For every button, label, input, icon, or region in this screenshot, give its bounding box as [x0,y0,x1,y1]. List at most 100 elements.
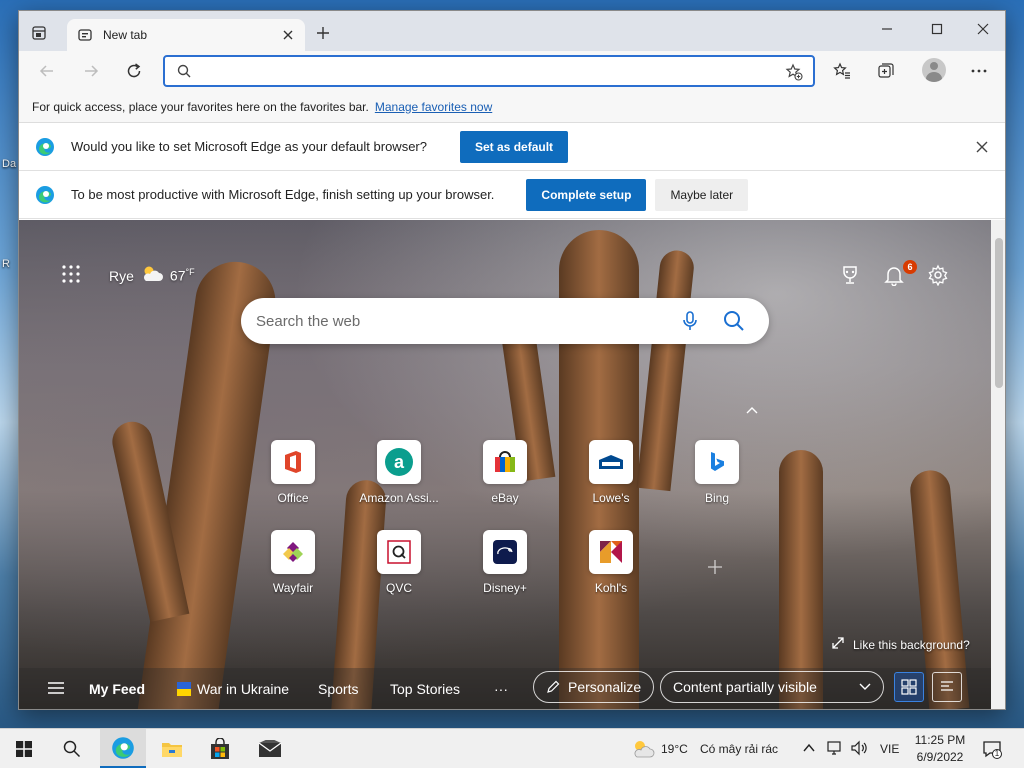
quick-link-tile[interactable]: Wayfair [245,530,341,610]
tray-weather-condition[interactable]: Có mây rải rác [700,742,778,756]
setup-message: To be most productive with Microsoft Edg… [71,187,495,202]
like-background-link[interactable]: Like this background? [831,636,970,653]
maximize-icon[interactable] [927,19,947,39]
tile-label: QVC [385,581,412,595]
quick-link-tile[interactable]: QVC [351,530,447,610]
add-favorite-star-icon[interactable] [785,63,803,81]
setup-infobar: To be most productive with Microsoft Edg… [19,171,1005,219]
app-launcher-icon[interactable] [61,264,81,284]
complete-setup-button[interactable]: Complete setup [526,178,647,211]
quick-link-tile[interactable]: Kohl's [563,530,659,610]
add-site-plus-icon[interactable] [707,559,723,575]
new-tab-plus-icon[interactable] [315,25,331,41]
address-bar[interactable] [163,55,815,87]
taskbar: 19°C Có mây rải rác VIE 11:25 PM 6/9/202… [0,728,1024,768]
weather-city: Rye [109,267,134,284]
new-tab-page-icon [77,27,93,43]
search-icon[interactable] [52,729,92,768]
expand-arrows-icon [831,636,845,653]
quick-link-tile[interactable]: Disney+ [457,530,553,610]
weather-widget[interactable]: Rye 67°F [109,264,195,287]
input-language[interactable]: VIE [880,742,899,756]
quick-link-tile[interactable]: Office [245,440,341,520]
wayfair-logo-icon [271,530,315,574]
pencil-icon [546,680,560,694]
clock-date: 6/9/2022 [916,750,964,764]
search-icon [177,64,191,78]
favorites-bar-hint: For quick access, place your favorites h… [32,99,369,114]
file-explorer-icon[interactable] [150,729,194,768]
personalize-button[interactable]: Personalize [533,671,655,703]
default-browser-infobar: Would you like to set Microsoft Edge as … [19,123,1005,171]
quick-link-tile[interactable]: Bing [669,440,765,520]
content-visibility-dropdown[interactable]: Content partially visible [660,671,884,703]
network-icon[interactable] [826,740,844,761]
tab-strip: New tab [19,11,1005,51]
collections-icon[interactable] [876,61,896,81]
kohls-logo-icon [589,530,633,574]
set-as-default-button[interactable]: Set as default [460,130,569,163]
profile-avatar[interactable] [922,58,946,82]
close-infobar-icon[interactable] [975,140,989,154]
tile-label: Office [277,491,309,505]
web-search-box[interactable] [241,298,769,344]
action-center-icon[interactable]: 1 [982,739,1002,759]
page-scrollbar[interactable] [991,220,1005,709]
feed-more-button[interactable]: ··· [494,681,508,697]
close-tab-icon[interactable] [281,28,295,42]
system-clock[interactable]: 11:25 PM 6/9/2022 [912,732,968,766]
disney-plus-logo-icon [483,530,527,574]
refresh-icon[interactable] [124,61,144,81]
windows-start-icon[interactable] [4,729,44,768]
new-tab-page: Rye 67°F 6 Search the web Office a Amazo… [19,220,991,709]
rewards-trophy-icon[interactable] [839,264,861,286]
volume-icon[interactable] [850,740,868,761]
tray-weather-temp[interactable]: 19°C [661,742,688,756]
scrollbar-thumb[interactable] [995,238,1003,388]
tab-new-tab[interactable]: New tab [67,19,305,51]
hamburger-menu-icon[interactable] [47,680,65,696]
settings-gear-icon[interactable] [927,264,949,287]
minimize-icon[interactable] [877,19,897,39]
quick-link-tile[interactable]: eBay [457,440,553,520]
quick-link-tile[interactable]: Lowe's [563,440,659,520]
svg-text:a: a [394,452,405,472]
favorites-icon[interactable] [832,61,852,81]
grid-layout-icon[interactable] [894,672,924,702]
more-options-icon[interactable] [969,61,989,81]
microphone-icon[interactable] [681,310,699,332]
amazon-assistant-logo-icon: a [377,440,421,484]
list-layout-icon[interactable] [932,672,962,702]
manage-favorites-link[interactable]: Manage favorites now [375,100,492,114]
microsoft-store-icon[interactable] [198,729,242,768]
tab-actions-icon[interactable] [31,25,47,41]
forward-arrow-icon[interactable] [81,61,101,81]
back-arrow-icon[interactable] [37,61,57,81]
partly-cloudy-icon[interactable] [631,738,655,765]
feed-tab-my-feed[interactable]: My Feed [89,681,145,697]
chevron-up-icon[interactable] [802,741,816,760]
feed-tab-sports[interactable]: Sports [318,681,358,697]
tile-label: Amazon Assi... [359,491,439,505]
address-input[interactable] [201,61,771,81]
edge-taskbar-icon[interactable] [100,729,146,768]
mail-icon[interactable] [248,729,292,768]
tile-label: Bing [704,491,730,505]
web-search-input[interactable] [256,310,656,332]
feed-tab-top-stories[interactable]: Top Stories [390,681,460,697]
chevron-up-icon[interactable] [745,402,759,414]
tile-label: Kohl's [594,581,628,595]
quick-link-tile[interactable]: a Amazon Assi... [351,440,447,520]
notifications-badge: 6 [903,260,917,274]
notifications-bell-icon[interactable] [883,264,905,287]
search-icon[interactable] [723,310,745,332]
default-browser-message: Would you like to set Microsoft Edge as … [71,139,427,154]
desktop-icon-label: R [2,258,10,270]
tile-label: Disney+ [483,581,527,595]
feed-tab-war-in-ukraine[interactable]: War in Ukraine [177,681,289,697]
action-center-badge: 1 [994,749,1000,758]
clock-time: 11:25 PM [914,733,966,747]
edge-logo-icon [35,185,55,205]
close-window-icon[interactable] [973,19,993,39]
maybe-later-button[interactable]: Maybe later [655,178,749,211]
